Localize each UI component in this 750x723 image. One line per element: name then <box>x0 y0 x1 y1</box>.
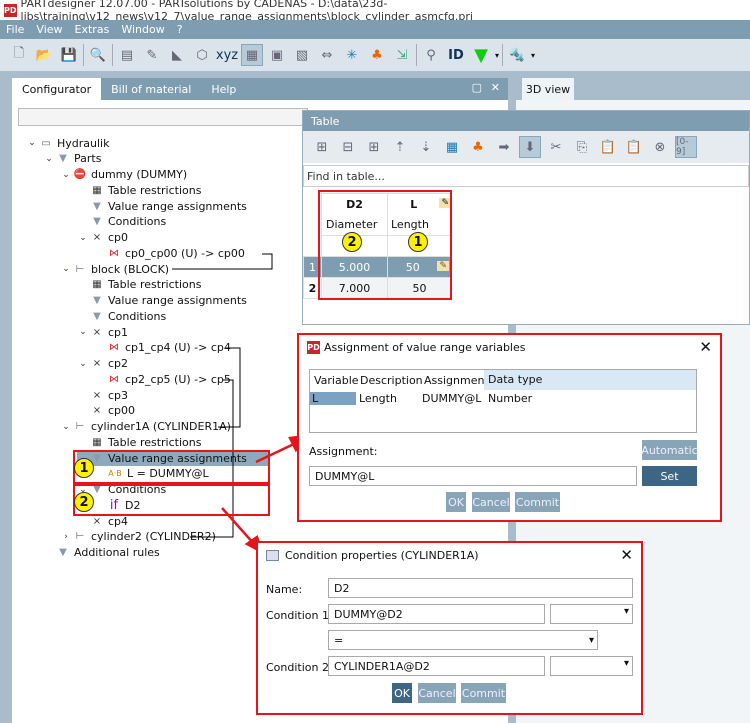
paste-special-icon[interactable]: 📋 <box>623 136 645 158</box>
arrow-down-icon[interactable]: ⬇ <box>519 136 541 158</box>
add-row-icon[interactable]: ⊞ <box>311 136 333 158</box>
insert-icon[interactable]: ⊞ <box>363 136 385 158</box>
highlight-box <box>73 450 270 484</box>
move-down-icon[interactable]: ⇣ <box>415 136 437 158</box>
paste-icon[interactable]: 📋 <box>597 136 619 158</box>
highlight-box <box>256 541 643 715</box>
range-icon[interactable]: [0-9] <box>675 136 697 158</box>
badge-1: 1 <box>74 458 94 478</box>
arrow-right-icon[interactable]: ➡ <box>493 136 515 158</box>
badge-2: 2 <box>342 232 362 252</box>
move-up-icon[interactable]: ⇡ <box>389 136 411 158</box>
highlight-box <box>318 190 452 300</box>
highlight-box <box>73 484 270 516</box>
table-title: Table <box>303 111 749 131</box>
hierarchy-icon[interactable]: ♣ <box>467 136 489 158</box>
delete-icon[interactable]: ⊗ <box>649 136 671 158</box>
highlight-box <box>297 333 722 522</box>
find-in-table-input[interactable]: Find in table... <box>303 165 749 187</box>
table-toolbar: ⊞ ⊟ ⊞ ⇡ ⇣ ▦ ♣ ➡ ⬇ ✂ ⎘ 📋 📋 ⊗ [0-9] <box>303 131 749 163</box>
table-link-icon[interactable]: ▦ <box>441 136 463 158</box>
copy-icon[interactable]: ⎘ <box>571 136 593 158</box>
badge-1: 1 <box>408 232 428 252</box>
cut-icon[interactable]: ✂ <box>545 136 567 158</box>
badge-2: 2 <box>74 492 94 512</box>
remove-row-icon[interactable]: ⊟ <box>337 136 359 158</box>
